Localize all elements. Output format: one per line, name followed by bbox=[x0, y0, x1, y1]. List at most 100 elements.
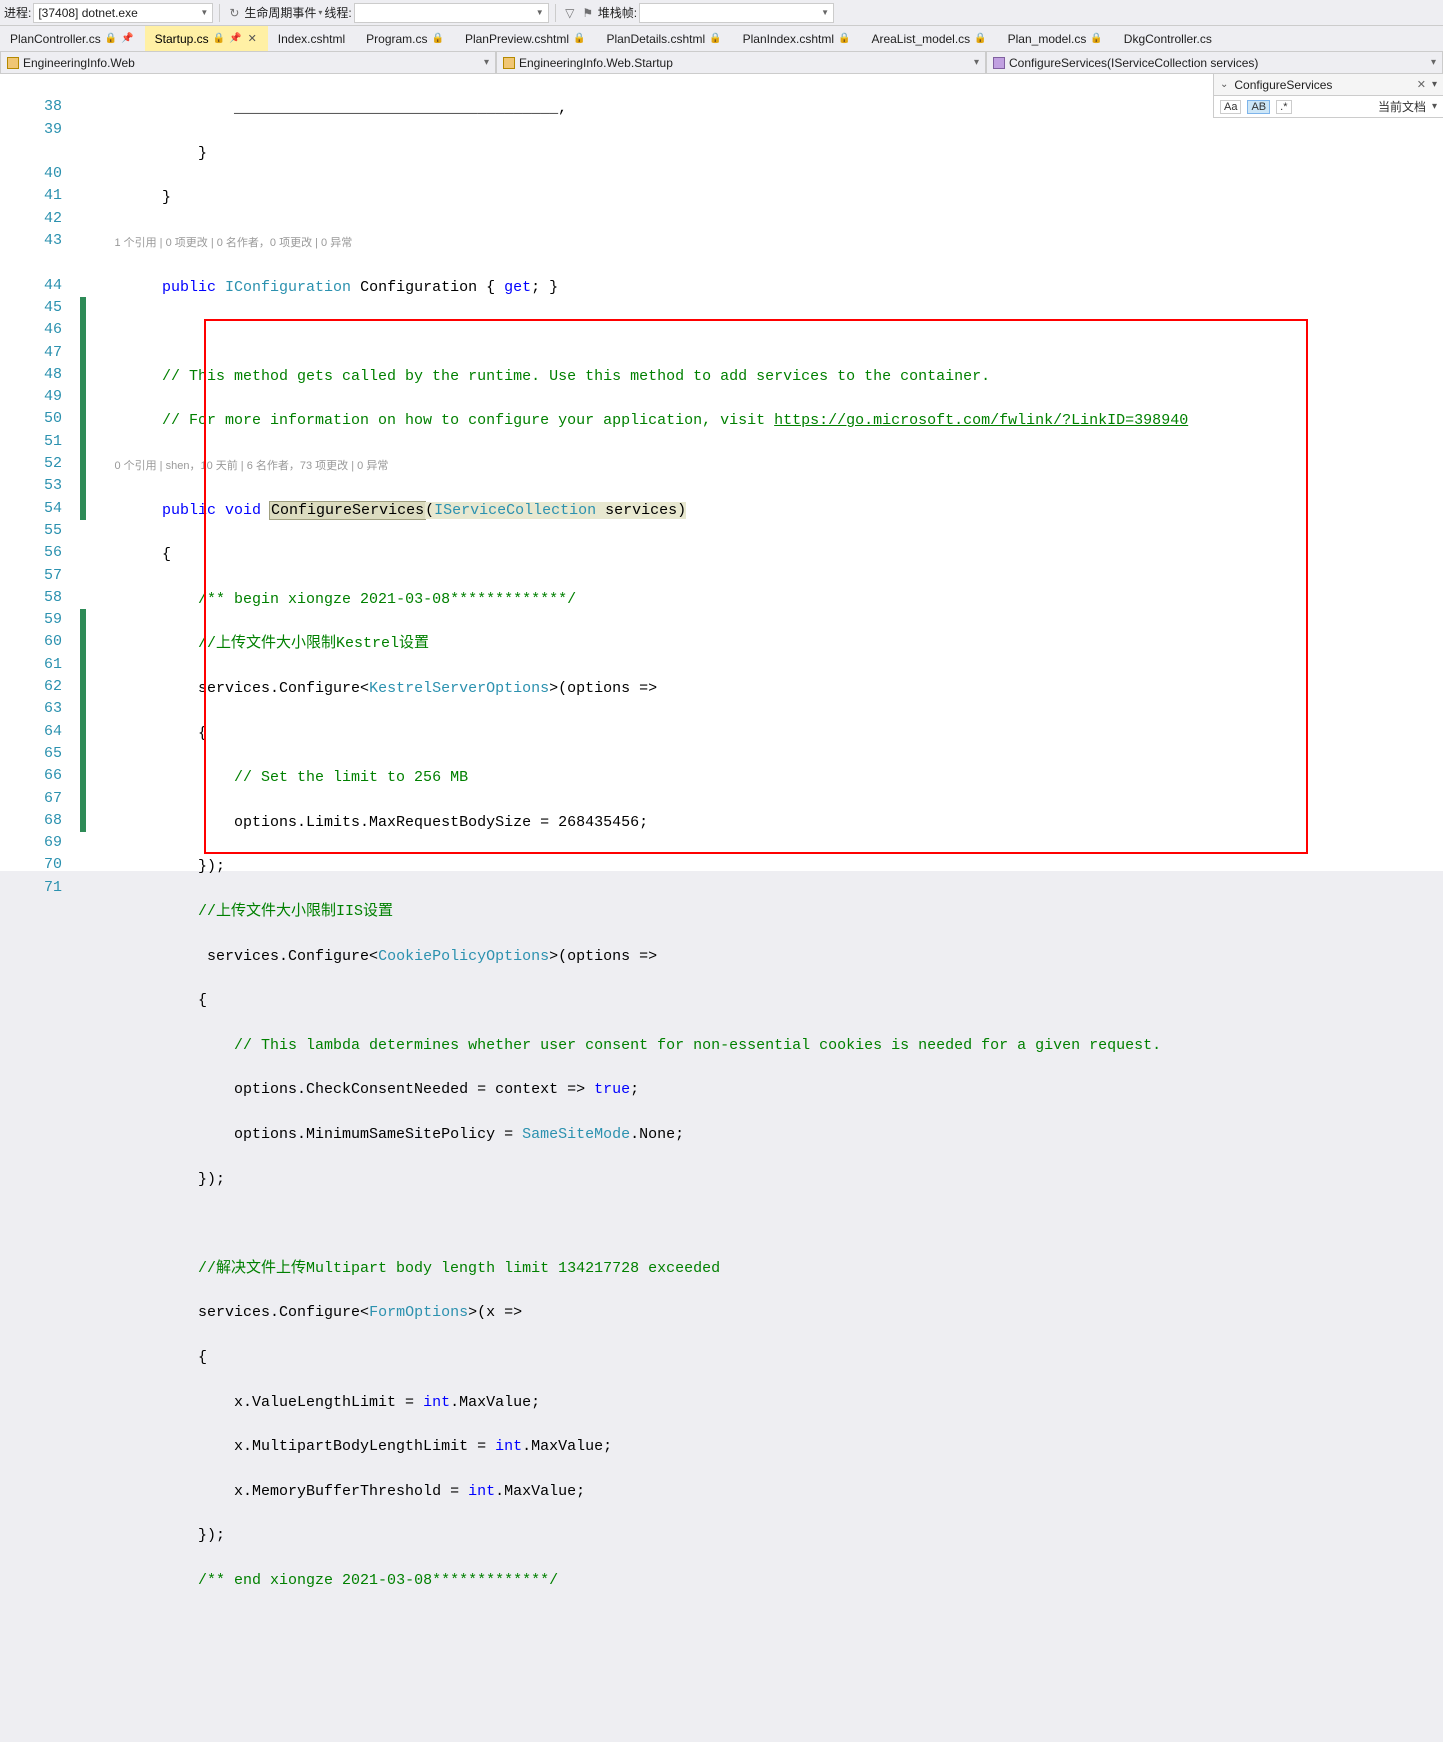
code-text: x.MemoryBufferThreshold = bbox=[234, 1483, 468, 1500]
line-number: 51 bbox=[0, 433, 80, 455]
type: CookiePolicyOptions bbox=[378, 948, 549, 965]
tab-planpreview[interactable]: PlanPreview.cshtml🔒 bbox=[455, 26, 597, 51]
padlock-icon: 🔒 bbox=[974, 33, 986, 44]
line-number: 45 bbox=[0, 299, 80, 321]
line-number: 40 bbox=[0, 165, 80, 187]
tab-planmodel[interactable]: Plan_model.cs🔒 bbox=[998, 26, 1114, 51]
close-icon[interactable]: ✕ bbox=[1417, 78, 1426, 91]
chevron-down-icon[interactable]: ▾ bbox=[318, 8, 322, 17]
breadcrumb-member[interactable]: ConfigureServices(IServiceCollection ser… bbox=[986, 52, 1443, 73]
code-text: options.MinimumSameSitePolicy = bbox=[234, 1126, 522, 1143]
tab-plandetails[interactable]: PlanDetails.cshtml🔒 bbox=[596, 26, 732, 51]
scope-label[interactable]: 当前文档 bbox=[1378, 98, 1426, 115]
regex-button[interactable]: .* bbox=[1276, 100, 1291, 114]
codelens-text[interactable]: 1 个引用 | 0 项更改 | 0 名作者，0 项更改 | 0 异常 bbox=[114, 237, 352, 249]
line-number: 41 bbox=[0, 187, 80, 209]
tab-startup[interactable]: Startup.cs🔒📌✕ bbox=[145, 26, 268, 51]
tab-index[interactable]: Index.cshtml bbox=[268, 26, 356, 51]
url-link[interactable]: https://go.microsoft.com/fwlink/?LinkID=… bbox=[774, 412, 1188, 429]
kw: public bbox=[162, 502, 225, 519]
breadcrumb-label: EngineeringInfo.Web bbox=[23, 56, 135, 70]
padlock-icon: 🔒 bbox=[1090, 33, 1102, 44]
line-number bbox=[0, 254, 80, 276]
line-number: 62 bbox=[0, 678, 80, 700]
line-number: 58 bbox=[0, 589, 80, 611]
filter-icon[interactable]: ▽ bbox=[562, 5, 578, 21]
line-number: 56 bbox=[0, 544, 80, 566]
thread-label: 线程: bbox=[324, 4, 351, 21]
tab-planindex[interactable]: PlanIndex.cshtml🔒 bbox=[733, 26, 862, 51]
tab-program[interactable]: Program.cs🔒 bbox=[356, 26, 455, 51]
code-text: } bbox=[90, 145, 207, 162]
code-text: }); bbox=[198, 1171, 225, 1188]
code-text: { bbox=[198, 992, 207, 1009]
process-combo[interactable]: [37408] dotnet.exe ▼ bbox=[33, 3, 213, 23]
line-number-gutter: 38 39 40 41 42 43 44 45 46 47 48 49 50 5… bbox=[0, 74, 80, 871]
code-text: .MaxValue; bbox=[495, 1483, 585, 1500]
line-number: 54 bbox=[0, 500, 80, 522]
chevron-down-icon[interactable]: ⌄ bbox=[1220, 79, 1228, 90]
pin-icon[interactable]: 📌 bbox=[121, 33, 133, 44]
tab-dkgcontroller[interactable]: DkgController.cs bbox=[1114, 26, 1223, 51]
code-text: { bbox=[162, 546, 171, 563]
match-case-button[interactable]: Aa bbox=[1220, 100, 1241, 114]
stack-combo[interactable]: ▼ bbox=[639, 3, 834, 23]
code-text: .None; bbox=[630, 1126, 684, 1143]
codelens-text[interactable]: 0 个引用 | shen，10 天前 | 6 名作者，73 项更改 | 0 异常 bbox=[114, 460, 388, 472]
tab-plancontroller[interactable]: PlanController.cs🔒📌 bbox=[0, 26, 145, 51]
tab-label: Index.cshtml bbox=[278, 32, 345, 46]
kw: int bbox=[468, 1483, 495, 1500]
flag-icon[interactable]: ⚑ bbox=[580, 5, 596, 21]
line-number: 38 bbox=[0, 98, 80, 120]
line-number: 53 bbox=[0, 477, 80, 499]
type: FormOptions bbox=[369, 1304, 468, 1321]
breadcrumb-class[interactable]: EngineeringInfo.Web.Startup ▾ bbox=[496, 52, 986, 73]
chevron-down-icon[interactable]: ▾ bbox=[1432, 101, 1437, 112]
thread-combo[interactable]: ▼ bbox=[354, 3, 549, 23]
line-number: 65 bbox=[0, 745, 80, 767]
close-icon[interactable]: ✕ bbox=[248, 32, 257, 45]
kw: int bbox=[495, 1438, 522, 1455]
find-panel-header: ⌄ ConfigureServices ✕ ▾ bbox=[1214, 74, 1443, 96]
line-number: 47 bbox=[0, 344, 80, 366]
padlock-icon: 🔒 bbox=[105, 33, 117, 44]
line-number: 67 bbox=[0, 790, 80, 812]
whole-word-button[interactable]: AB bbox=[1247, 100, 1270, 114]
kw: get bbox=[504, 279, 531, 296]
code-text: >(options => bbox=[549, 680, 657, 697]
breadcrumb-label: EngineeringInfo.Web.Startup bbox=[519, 56, 673, 70]
code-text: services) bbox=[596, 502, 686, 519]
class-icon bbox=[503, 57, 515, 69]
comment: /** begin xiongze 2021-03-08************… bbox=[198, 591, 576, 608]
cycle-icon[interactable]: ↻ bbox=[226, 5, 242, 21]
code-text: .MaxValue; bbox=[450, 1394, 540, 1411]
chevron-down-icon[interactable]: ▾ bbox=[1432, 79, 1437, 90]
code-text: ( bbox=[425, 502, 434, 519]
code-editor[interactable]: ____________________________________, } … bbox=[86, 74, 1443, 871]
code-text: options.Limits.MaxRequestBodySize = 2684… bbox=[234, 814, 648, 831]
process-label: 进程: bbox=[4, 4, 31, 21]
line-number: 39 bbox=[0, 121, 80, 143]
lifecycle-label: 生命周期事件 bbox=[244, 4, 316, 21]
line-number: 44 bbox=[0, 277, 80, 299]
line-number: 42 bbox=[0, 210, 80, 232]
line-number: 61 bbox=[0, 656, 80, 678]
line-number: 71 bbox=[0, 879, 80, 901]
code-text: ; } bbox=[531, 279, 558, 296]
breadcrumb-namespace[interactable]: EngineeringInfo.Web ▾ bbox=[0, 52, 496, 73]
comment: // Set the limit to 256 MB bbox=[234, 769, 468, 786]
kw: void bbox=[225, 502, 270, 519]
tab-arealist[interactable]: AreaList_model.cs🔒 bbox=[861, 26, 997, 51]
line-number: 43 bbox=[0, 232, 80, 254]
chevron-down-icon: ▼ bbox=[536, 8, 544, 17]
pin-icon[interactable]: 📌 bbox=[229, 33, 241, 44]
find-title: ConfigureServices bbox=[1234, 78, 1332, 92]
comment: //上传文件大小限制IIS设置 bbox=[198, 903, 393, 920]
code-text: } bbox=[162, 189, 171, 206]
chevron-down-icon: ▼ bbox=[200, 8, 208, 17]
tab-bar: PlanController.cs🔒📌 Startup.cs🔒📌✕ Index.… bbox=[0, 26, 1443, 52]
code-text: Configuration { bbox=[351, 279, 504, 296]
line-number: 68 bbox=[0, 812, 80, 834]
line-number: 69 bbox=[0, 834, 80, 856]
code-text: services.Configure< bbox=[198, 680, 369, 697]
